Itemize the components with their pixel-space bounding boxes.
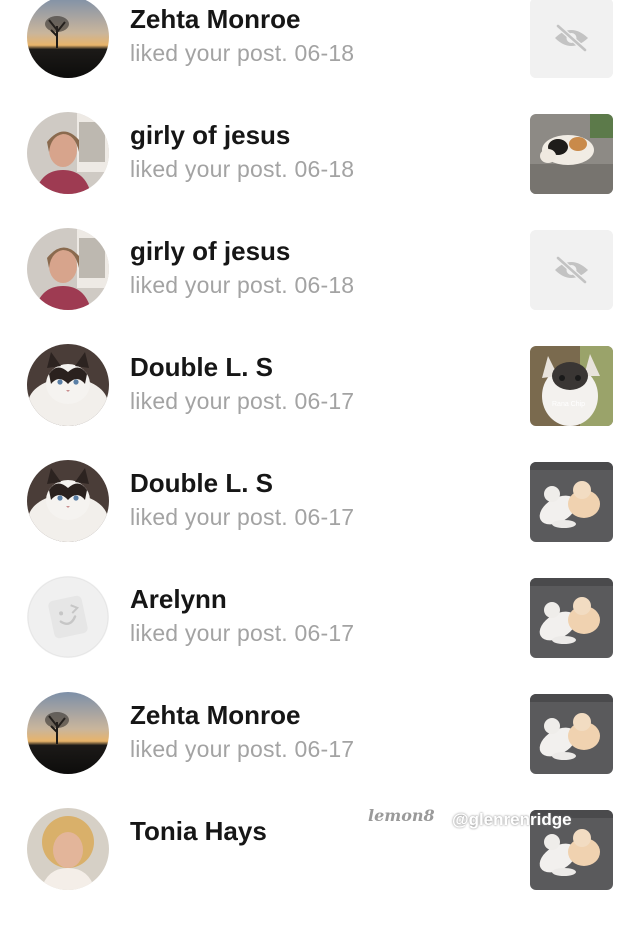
default-avatar[interactable] (27, 576, 109, 658)
woman-photo-avatar[interactable] (27, 808, 109, 890)
watermark-handle: @glenrenridge (452, 810, 572, 829)
user-name[interactable]: girly of jesus (130, 236, 290, 267)
user-name[interactable]: Zehta Monroe (130, 700, 300, 731)
post-thumbnail[interactable] (530, 114, 613, 194)
ragdoll-cat-avatar[interactable] (27, 344, 109, 426)
notification-row[interactable]: Zehta Monroe liked your post. 06-18 (0, 0, 640, 114)
sunset-tree-avatar[interactable] (27, 0, 109, 78)
notification-row[interactable]: Double L. S liked your post. 06-17 Rana Ch… (0, 344, 640, 462)
notification-row[interactable]: Arelynn liked your post. 06-17 (0, 576, 640, 694)
post-thumbnail[interactable] (530, 694, 613, 774)
thumb-caption: Rana Chip (552, 401, 585, 408)
notification-row[interactable]: Zehta Monroe liked your post. 06-17 (0, 692, 640, 810)
ragdoll-cat-avatar[interactable] (27, 460, 109, 542)
user-name[interactable]: Double L. S (130, 352, 273, 383)
user-name[interactable]: Double L. S (130, 468, 273, 499)
notification-text: liked your post. 06-18 (130, 156, 355, 182)
user-name[interactable]: Zehta Monroe (130, 4, 300, 35)
eye-off-icon (530, 230, 613, 310)
lemon8-watermark: lemon8 (368, 806, 435, 825)
user-name[interactable]: Tonia Hays (130, 816, 267, 847)
user-name[interactable]: Arelynn (130, 584, 227, 615)
user-name[interactable]: girly of jesus (130, 120, 290, 151)
notification-row[interactable]: Double L. S liked your post. 06-17 (0, 460, 640, 578)
post-thumbnail[interactable] (530, 462, 613, 542)
eye-off-icon (530, 0, 613, 78)
notification-text: liked your post. 06-17 (130, 736, 355, 762)
notification-text: liked your post. 06-17 (130, 620, 355, 646)
sunset-tree-avatar[interactable] (27, 692, 109, 774)
notification-text: liked your post. 06-17 (130, 388, 355, 414)
notification-text: liked your post. 06-18 (130, 272, 355, 298)
girl-photo-avatar[interactable] (27, 228, 109, 310)
hidden-post-thumbnail[interactable] (530, 0, 613, 78)
notification-row[interactable]: girly of jesus liked your post. 06-18 (0, 112, 640, 230)
notification-row[interactable]: girly of jesus liked your post. 06-18 (0, 228, 640, 346)
post-thumbnail[interactable] (530, 578, 613, 658)
notification-text: liked your post. 06-17 (130, 504, 355, 530)
hidden-post-thumbnail[interactable] (530, 230, 613, 310)
notification-text: liked your post. 06-18 (130, 40, 355, 66)
girl-photo-avatar[interactable] (27, 112, 109, 194)
post-thumbnail[interactable]: Rana Chip (530, 346, 613, 426)
